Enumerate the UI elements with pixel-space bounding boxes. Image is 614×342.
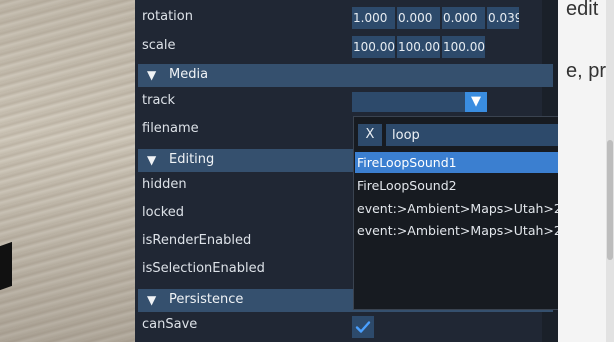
rotation-w-field[interactable]: 0.039 bbox=[487, 7, 519, 29]
scale-label: scale bbox=[142, 38, 176, 53]
rotation-x-field[interactable]: 1.000 bbox=[352, 7, 395, 29]
is-selection-enabled-label: isSelectionEnabled bbox=[142, 261, 265, 276]
hidden-label: hidden bbox=[142, 177, 187, 192]
document-text-mid: e, pr bbox=[566, 60, 607, 82]
scale-x-field[interactable]: 100.00 bbox=[352, 36, 395, 58]
rotation-label: rotation bbox=[142, 9, 193, 24]
expand-icon: ▼ bbox=[147, 293, 157, 307]
expand-icon: ▼ bbox=[147, 68, 157, 82]
viewport-shading bbox=[0, 0, 135, 342]
scale-z-field[interactable]: 100.000 bbox=[442, 36, 485, 58]
expand-icon: ▼ bbox=[147, 153, 157, 167]
is-render-enabled-label: isRenderEnabled bbox=[142, 233, 252, 248]
row-track: track bbox=[135, 88, 558, 116]
track-option[interactable]: FireLoopSound2 bbox=[355, 175, 588, 196]
section-persistence-title: Persistence bbox=[169, 292, 244, 307]
dropdown-arrow-icon[interactable]: ▼ bbox=[465, 92, 487, 112]
clear-filter-button[interactable]: X bbox=[358, 124, 382, 146]
document-scrollbar-thumb[interactable] bbox=[607, 140, 613, 260]
section-editing-title: Editing bbox=[169, 152, 215, 167]
row-can-save: canSave bbox=[135, 312, 558, 340]
rotation-z-field[interactable]: 0.000 bbox=[442, 7, 485, 29]
section-media-title: Media bbox=[169, 67, 209, 82]
track-option[interactable]: event:>Ambient>Maps>Utah>2D>QUEUE bbox=[355, 198, 588, 219]
document-scrollbar[interactable] bbox=[606, 0, 614, 342]
track-option[interactable]: FireLoopSound1 bbox=[355, 152, 588, 173]
rotation-y-field[interactable]: 0.000 bbox=[397, 7, 440, 29]
track-option[interactable]: event:>Ambient>Maps>Utah>2D>QUEUE bbox=[355, 220, 588, 241]
document-text-top: edit bbox=[566, 0, 599, 20]
track-label: track bbox=[142, 93, 176, 108]
can-save-label: canSave bbox=[142, 317, 198, 332]
scale-y-field[interactable]: 100.00 bbox=[397, 36, 440, 58]
can-save-checkbox[interactable] bbox=[352, 316, 374, 338]
track-filter-input[interactable] bbox=[386, 124, 587, 146]
document-pane: edit e, pr bbox=[558, 0, 614, 342]
row-scale: scale 100.00 100.00 100.000 bbox=[135, 33, 558, 61]
row-rotation: rotation 1.000 0.000 0.000 0.039 bbox=[135, 4, 558, 32]
track-select[interactable]: ▼ bbox=[352, 92, 487, 112]
section-media[interactable]: ▼ Media bbox=[138, 64, 553, 87]
scene-object bbox=[0, 241, 12, 291]
filename-label: filename bbox=[142, 121, 199, 136]
checkmark-icon bbox=[355, 321, 371, 333]
locked-label: locked bbox=[142, 205, 185, 220]
